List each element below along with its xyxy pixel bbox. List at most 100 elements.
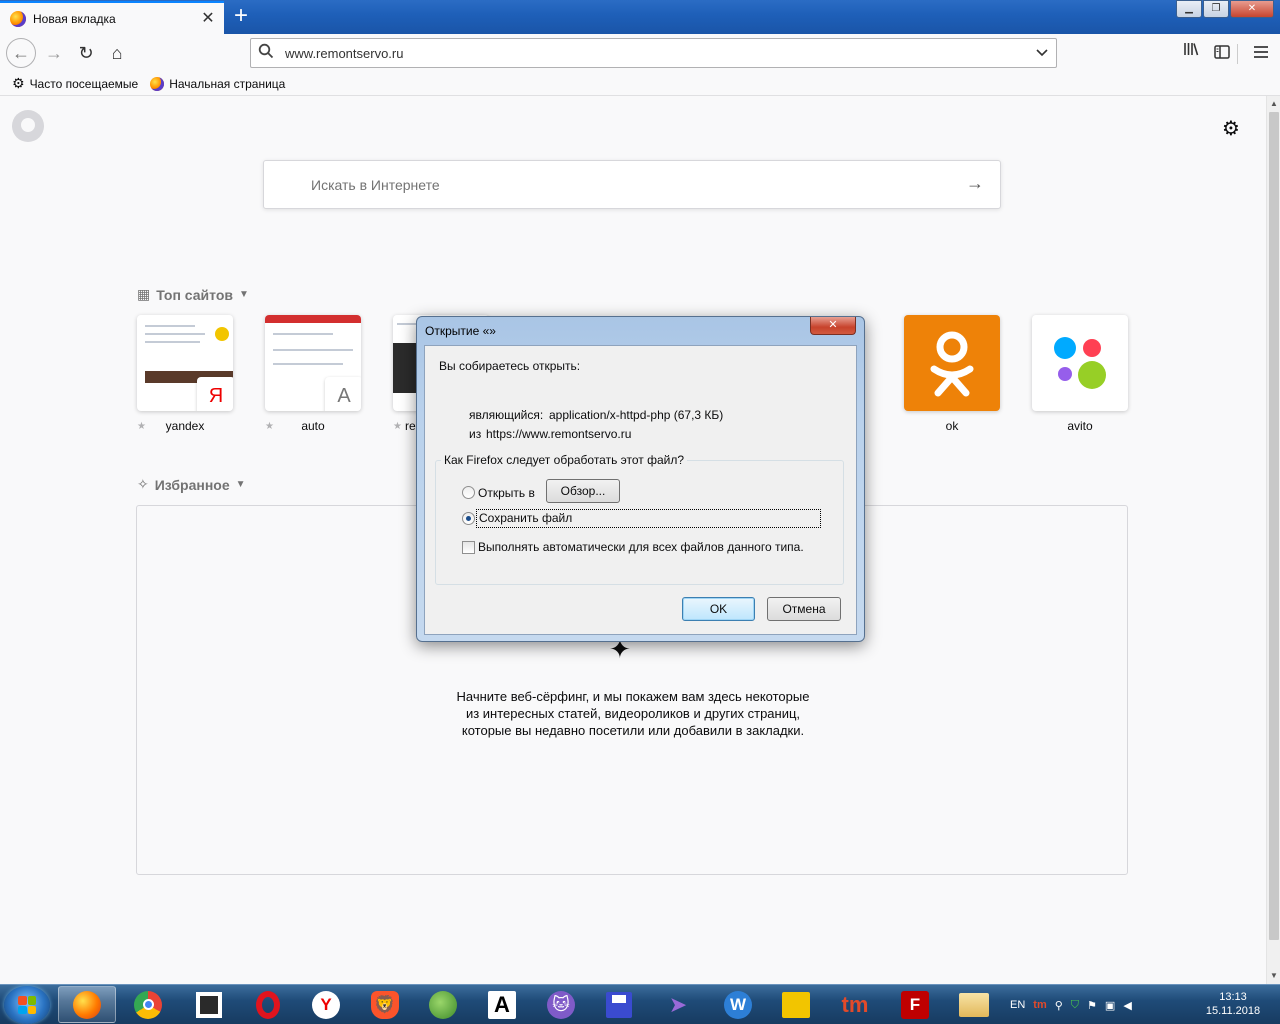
taskbar-tor-app[interactable]: ➤ (649, 986, 707, 1023)
bookmark-most-visited[interactable]: ⚙ Часто посещаемые (12, 75, 138, 92)
settings-gear-icon[interactable]: ⚙ (1222, 116, 1240, 141)
scrollbar-thumb[interactable] (1269, 112, 1279, 940)
open-file-dialog: Открытие «» ✕ Вы собираетесь открыть: яв… (416, 316, 865, 642)
open-with-radio[interactable] (462, 486, 475, 499)
top-site-tile-yandex[interactable]: Я (137, 315, 233, 411)
hamburger-menu-icon[interactable] (1247, 39, 1275, 67)
minimize-button[interactable]: ▁ (1176, 0, 1202, 18)
taskbar-globe-app[interactable] (414, 986, 472, 1023)
home-button[interactable]: ⌂ (103, 39, 131, 67)
dialog-body: Вы собираетесь открыть: являющийся: appl… (424, 345, 857, 635)
search-icon (251, 43, 281, 64)
scroll-down-arrow-icon[interactable]: ▼ (1267, 969, 1280, 983)
dialog-close-button[interactable]: ✕ (810, 317, 856, 335)
favorites-empty-message: Начните веб-сёрфинг, и мы покажем вам зд… (456, 689, 810, 738)
taskbar-cat-app[interactable]: 🐱 (532, 986, 590, 1023)
taskbar-app-window[interactable] (180, 986, 238, 1023)
url-bar[interactable]: www.remontservo.ru (250, 38, 1057, 68)
network-icon[interactable]: ▣ (1105, 999, 1115, 1012)
action-group-label: Как Firefox следует обработать этот файл… (441, 453, 688, 467)
top-site-tile-avito[interactable] (1032, 315, 1128, 411)
globe-icon (429, 990, 457, 1019)
file-source-label: из (469, 427, 482, 441)
restore-button[interactable]: ❐ (1203, 0, 1229, 18)
sidebar-icon[interactable] (1208, 39, 1236, 67)
taskbar-filezilla[interactable]: F (886, 986, 944, 1023)
auto-action-label[interactable]: Выполнять автоматически для всех файлов … (478, 540, 804, 554)
yandex-browser-icon: Y (312, 990, 340, 1019)
volume-icon[interactable]: ◀ (1123, 999, 1131, 1012)
dialog-heading: Вы собираетесь открыть: (439, 359, 581, 373)
toolbar-separator (1237, 44, 1238, 64)
scroll-up-arrow-icon[interactable]: ▲ (1267, 97, 1280, 111)
favorites-header[interactable]: ✧ Избранное ▼ (137, 476, 246, 493)
top-site-tile-auto[interactable]: A (265, 315, 361, 411)
yandex-badge-icon: Я (197, 377, 233, 411)
language-indicator[interactable]: EN (1010, 999, 1025, 1011)
file-type-value: application/x-httpd-php (67,3 КБ) (549, 408, 724, 422)
chevron-down-icon: ▼ (238, 289, 249, 300)
taskbar-explorer[interactable] (945, 986, 1003, 1023)
taskbar-yandex-browser[interactable]: Y (297, 986, 355, 1023)
top-site-label: auto (301, 419, 325, 433)
screenshot-line (145, 333, 205, 335)
taskbar-yellow-app[interactable] (767, 986, 825, 1023)
arrow-right-icon[interactable]: → (966, 173, 984, 194)
screenshot-line (145, 341, 200, 343)
browse-button[interactable]: Обзор... (546, 479, 620, 503)
forward-button[interactable]: → (40, 39, 68, 67)
page-scrollbar[interactable]: ▲ ▼ (1266, 96, 1280, 984)
chevron-down-icon: ▼ (235, 479, 246, 490)
top-sites-title: Топ сайтов (156, 286, 233, 303)
chevron-down-icon[interactable] (1028, 46, 1056, 60)
open-with-label[interactable]: Открыть в (478, 486, 535, 500)
yellow-app-icon (782, 991, 810, 1018)
save-file-label[interactable]: Сохранить файл (476, 509, 821, 528)
web-search-box[interactable]: Искать в Интернете → (263, 160, 1001, 209)
taskbar-firefox[interactable] (58, 986, 116, 1023)
reload-button[interactable]: ↻ (72, 39, 100, 67)
tray-tm-icon[interactable]: tm (1033, 999, 1046, 1011)
top-site-tile-ok[interactable] (904, 315, 1000, 411)
new-tab-button[interactable]: + (228, 4, 254, 30)
url-input[interactable]: www.remontservo.ru (281, 46, 1028, 61)
shield-icon[interactable]: ⛉ (1071, 999, 1079, 1012)
top-sites-header[interactable]: ▦ Топ сайтов ▼ (137, 286, 249, 303)
usb-icon[interactable]: ⚲ (1055, 999, 1063, 1012)
gear-icon: ⚙ (12, 75, 25, 91)
file-type-label: являющийся: (469, 408, 544, 422)
title-bar: Новая вкладка ✕ + ▁ ❐ ✕ (0, 0, 1280, 34)
save-file-radio[interactable] (462, 512, 475, 525)
firefox-icon (150, 76, 165, 91)
tab-new-tab[interactable]: Новая вкладка ✕ (0, 1, 224, 34)
back-button[interactable]: ← (6, 38, 36, 68)
dialog-title: Открытие «» (425, 324, 496, 338)
screenshot-sun-icon (215, 327, 229, 341)
tm-icon: tm (841, 991, 869, 1017)
taskbar-chrome[interactable] (119, 986, 177, 1023)
taskbar-font-viewer[interactable]: A (473, 986, 531, 1023)
cancel-button[interactable]: Отмена (767, 597, 841, 621)
ok-button[interactable]: OK (682, 597, 755, 621)
screenshot-line (273, 363, 343, 365)
bookmark-label: Начальная страница (169, 76, 286, 91)
taskbar-w-app[interactable]: W (709, 986, 767, 1023)
tab-close-icon[interactable]: ✕ (198, 9, 218, 29)
action-center-flag-icon[interactable]: ⚑ (1087, 999, 1097, 1012)
library-icon[interactable] (1177, 39, 1205, 67)
window-close-button[interactable]: ✕ (1230, 0, 1274, 18)
taskbar-brave[interactable]: 🦁 (356, 986, 414, 1023)
search-input[interactable]: Искать в Интернете (311, 177, 440, 193)
sparkle-icon: ✧ (137, 476, 149, 492)
odnoklassniki-icon (930, 331, 974, 397)
taskbar-tm-app[interactable]: tm (826, 986, 884, 1023)
start-button[interactable] (4, 986, 50, 1024)
taskbar-opera[interactable] (239, 986, 297, 1023)
taskbar-save-app[interactable] (590, 986, 648, 1023)
window-controls: ▁ ❐ ✕ (1175, 0, 1274, 18)
clock[interactable]: 13:13 15.11.2018 (1195, 990, 1271, 1018)
floppy-disk-icon (606, 991, 632, 1018)
firefox-icon (73, 990, 101, 1019)
auto-action-checkbox[interactable] (462, 541, 475, 554)
bookmark-start-page[interactable]: Начальная страница (150, 76, 286, 91)
